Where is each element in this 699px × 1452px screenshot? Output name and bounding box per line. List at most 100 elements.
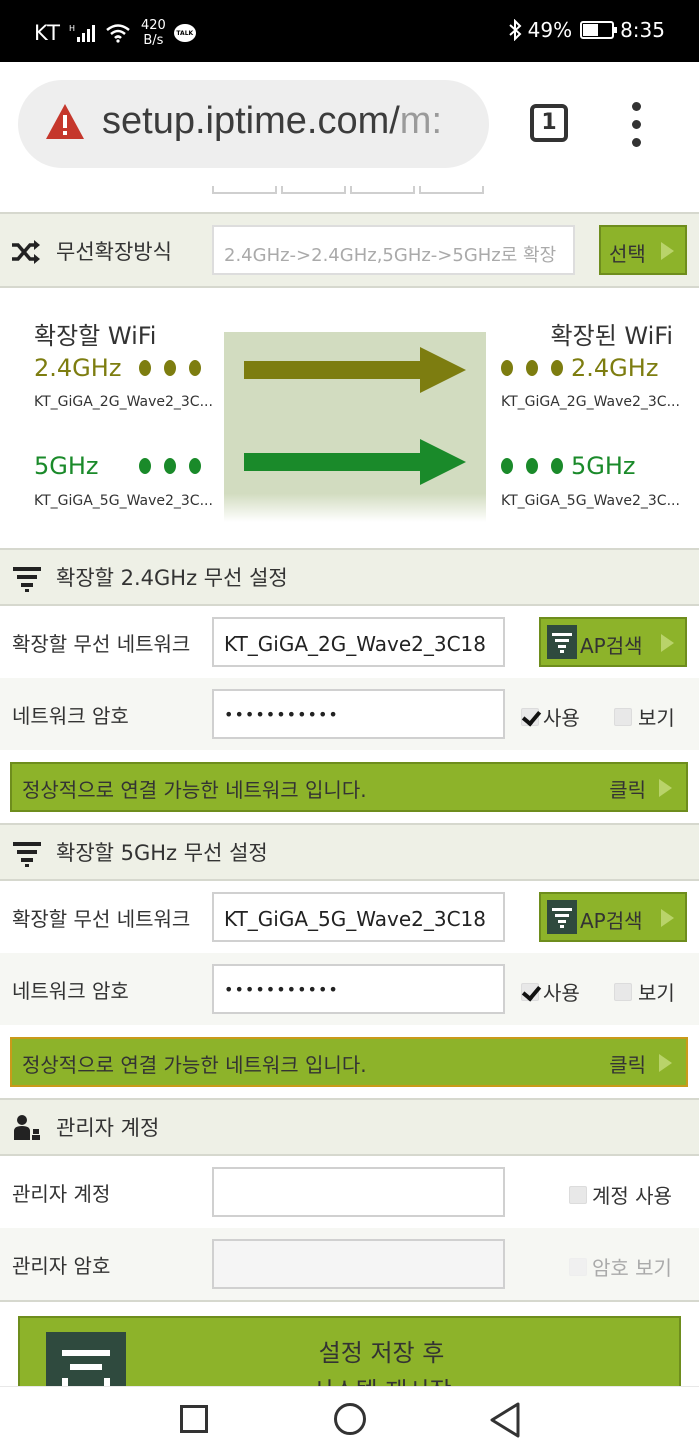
extend-mode-row: 무선확장방식 2.4GHz->2.4GHz,5GHz->5GHz로 확장 선택: [0, 212, 699, 288]
more-menu-icon[interactable]: [632, 102, 642, 148]
status-bar: KT H 420 B/s TALK 49% 8:35: [0, 0, 699, 62]
warning-icon[interactable]: [44, 102, 86, 142]
source-band-24: 2.4GHz: [34, 354, 122, 382]
status-row-5: 정상적으로 연결 가능한 네트워크 입니다. 클릭: [0, 1025, 699, 1099]
clock: 8:35: [620, 18, 665, 42]
status-bar-24[interactable]: 정상적으로 연결 가능한 네트워크 입니다. 클릭: [10, 762, 688, 812]
cut-off-control: [350, 186, 415, 194]
password-row-24: 네트워크 암호 ••••••••••• 사용 보기: [0, 678, 699, 750]
password-row-5: 네트워크 암호 ••••••••••• 사용 보기: [0, 953, 699, 1025]
network-label: 확장할 무선 네트워크: [12, 632, 191, 656]
password-label: 네트워크 암호: [12, 704, 129, 728]
signal-dots-icon: [139, 360, 201, 376]
arrow-right-icon: [659, 779, 672, 797]
url-faded: m:: [399, 100, 443, 142]
cut-off-control: [281, 186, 346, 194]
ap-search-button[interactable]: AP검색: [539, 617, 687, 667]
section-header-admin: 관리자 계정: [0, 1098, 699, 1156]
admin-password-label: 관리자 암호: [12, 1254, 111, 1278]
section-header-5ghz: 확장할 5GHz 무선 설정: [0, 823, 699, 881]
status-row-24: 정상적으로 연결 가능한 네트워크 입니다. 클릭: [0, 750, 699, 824]
signal-icon: H: [69, 24, 95, 42]
use-account-checkbox[interactable]: [569, 1186, 587, 1204]
source-ssid-5: KT_GiGA_5G_Wave2_3C...: [34, 493, 213, 509]
use-password-checkbox[interactable]: [521, 708, 539, 726]
recents-button[interactable]: [180, 1405, 208, 1433]
shuffle-icon: [12, 240, 40, 264]
tab-switcher-button[interactable]: 1: [530, 104, 568, 142]
use-account-label: 계정 사용: [592, 1184, 672, 1208]
show-admin-password-label: 암호 보기: [592, 1256, 672, 1280]
url-text[interactable]: setup.iptime.com/m:: [102, 100, 442, 143]
filter-icon: [13, 842, 41, 867]
filter-icon: [547, 900, 577, 934]
ap-search-label: AP검색: [580, 634, 643, 658]
save-restart-button[interactable]: 설정 저장 후 시스템 재시작: [18, 1316, 681, 1386]
ap-search-button[interactable]: AP검색: [539, 892, 687, 942]
signal-dots-icon: [139, 458, 201, 474]
status-click-label: 클릭: [609, 778, 646, 802]
select-button-label: 선택: [609, 242, 646, 266]
use-password-label: 사용: [543, 981, 580, 1005]
divider: [0, 1300, 699, 1316]
password-field-5[interactable]: •••••••••••: [212, 964, 505, 1014]
wifi-extension-diagram: 확장할 WiFi 확장된 WiFi 2.4GHz KT_GiGA_2G_Wave…: [0, 288, 699, 548]
use-password-checkbox[interactable]: [521, 983, 539, 1001]
extension-arrows-graphic: [224, 332, 486, 522]
carrier-label: KT: [34, 21, 61, 45]
admin-account-field[interactable]: [212, 1167, 505, 1217]
signal-dots-icon: [501, 360, 563, 376]
signal-dots-icon: [501, 458, 563, 474]
section-title: 확장할 5GHz 무선 설정: [56, 841, 268, 865]
target-band-5: 5GHz: [571, 452, 636, 480]
back-button[interactable]: [488, 1401, 522, 1439]
url-bar[interactable]: setup.iptime.com/m:: [18, 80, 489, 168]
network-field-5[interactable]: KT_GiGA_5G_Wave2_3C18: [212, 892, 505, 942]
target-band-24: 2.4GHz: [571, 354, 659, 382]
status-right: 49% 8:35: [508, 18, 665, 42]
show-admin-password-checkbox[interactable]: [569, 1258, 587, 1276]
save-line-1: 설정 저장 후: [318, 1339, 445, 1367]
talk-icon: TALK: [173, 24, 196, 42]
section-title: 확장할 2.4GHz 무선 설정: [56, 566, 288, 590]
status-bar-5[interactable]: 정상적으로 연결 가능한 네트워크 입니다. 클릭: [10, 1037, 688, 1087]
source-band-5: 5GHz: [34, 452, 99, 480]
select-button[interactable]: 선택: [599, 225, 687, 275]
arrow-right-icon: [659, 1054, 672, 1072]
save-restart-label: 설정 저장 후 시스템 재시작: [20, 1334, 683, 1386]
network-rate-value: 420: [140, 18, 166, 33]
bluetooth-icon: [508, 19, 522, 41]
password-field-24[interactable]: •••••••••••: [212, 689, 505, 739]
arrow-right-icon: [661, 909, 674, 927]
user-key-icon: [14, 1115, 40, 1140]
url-main: setup.iptime.com/: [102, 100, 400, 142]
system-nav-bar: [0, 1386, 699, 1452]
ap-search-label: AP검색: [580, 909, 643, 933]
network-label: 확장할 무선 네트워크: [12, 907, 191, 931]
target-wifi-title: 확장된 WiFi: [550, 322, 673, 350]
show-password-checkbox[interactable]: [614, 708, 632, 726]
filter-icon: [13, 567, 41, 592]
source-ssid-24: KT_GiGA_2G_Wave2_3C...: [34, 394, 213, 410]
password-label: 네트워크 암호: [12, 979, 129, 1003]
wifi-icon: [106, 24, 130, 43]
network-row-24: 확장할 무선 네트워크 KT_GiGA_2G_Wave2_3C18 AP검색: [0, 606, 699, 678]
status-message: 정상적으로 연결 가능한 네트워크 입니다.: [22, 1053, 367, 1077]
status-click-label: 클릭: [609, 1053, 646, 1077]
svg-text:H: H: [69, 24, 75, 33]
filter-icon: [547, 625, 577, 659]
admin-password-field[interactable]: [212, 1239, 505, 1289]
home-button[interactable]: [334, 1403, 366, 1435]
network-field-24[interactable]: KT_GiGA_2G_Wave2_3C18: [212, 617, 505, 667]
battery-percent: 49%: [527, 18, 573, 42]
network-rate: 420 B/s: [141, 18, 166, 48]
browser-toolbar: setup.iptime.com/m: 1: [0, 62, 699, 186]
status-message: 정상적으로 연결 가능한 네트워크 입니다.: [22, 778, 367, 802]
section-header-24ghz: 확장할 2.4GHz 무선 설정: [0, 548, 699, 606]
network-rate-unit: B/s: [143, 33, 164, 48]
extend-mode-field[interactable]: 2.4GHz->2.4GHz,5GHz->5GHz로 확장: [212, 225, 575, 275]
network-row-5: 확장할 무선 네트워크 KT_GiGA_5G_Wave2_3C18 AP검색: [0, 881, 699, 953]
save-line-2: 시스템 재시작: [80, 1372, 683, 1386]
target-ssid-5: KT_GiGA_5G_Wave2_3C...: [501, 493, 680, 509]
show-password-checkbox[interactable]: [614, 983, 632, 1001]
